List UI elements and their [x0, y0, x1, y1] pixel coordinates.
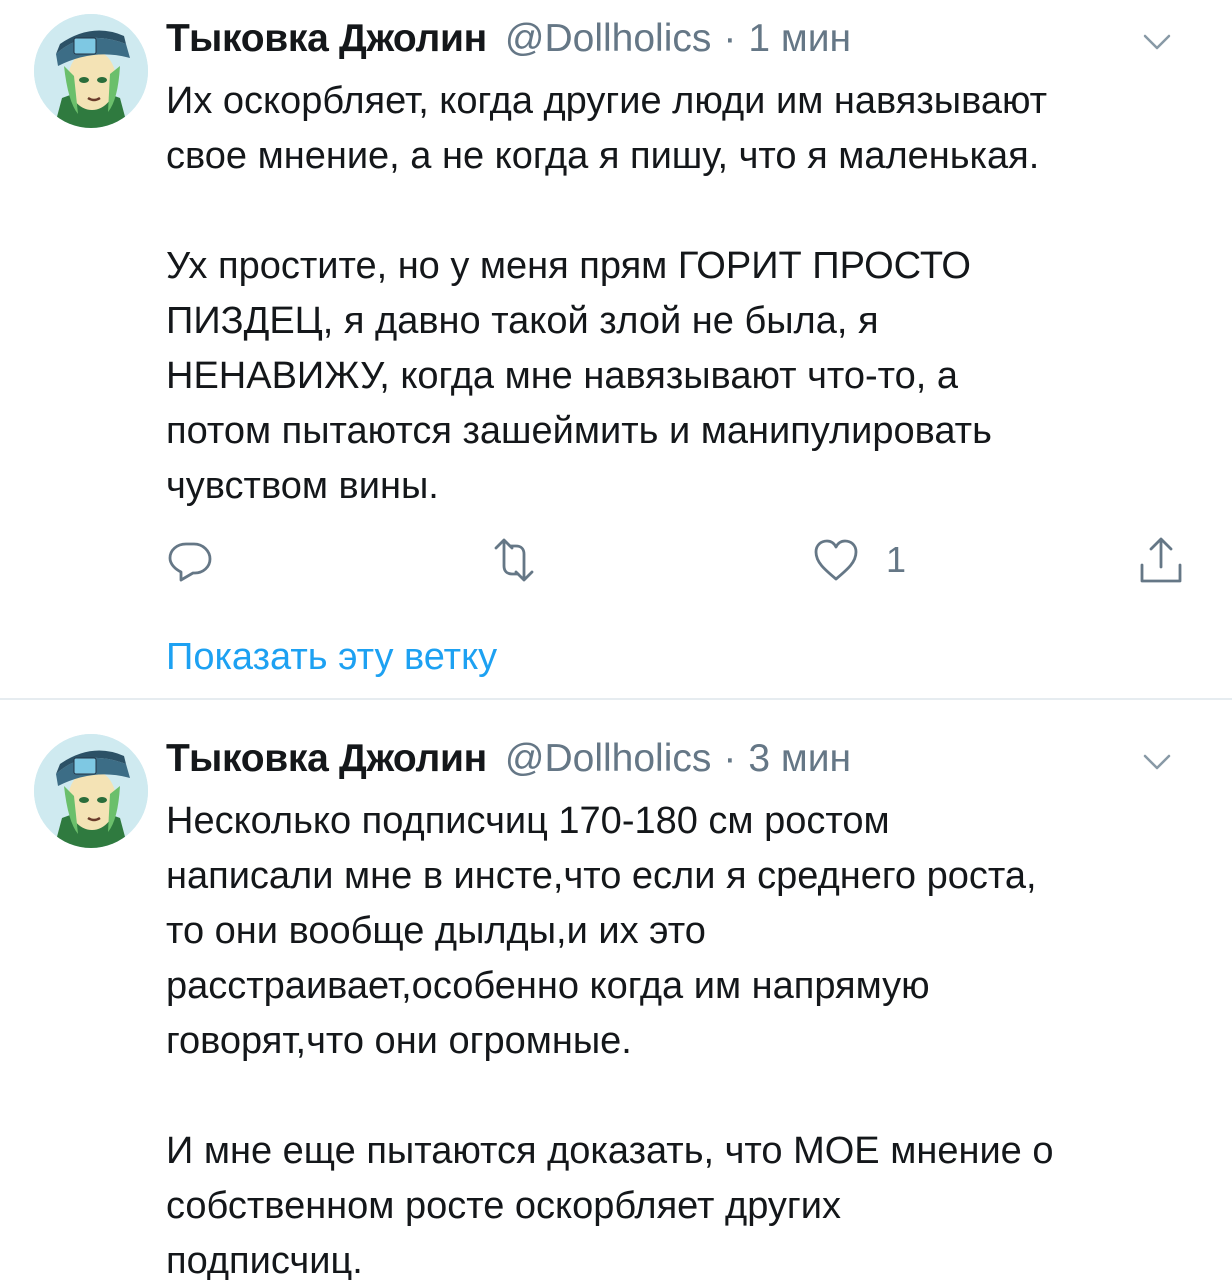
show-thread-link[interactable]: Показать эту ветку [166, 632, 497, 682]
reply-icon [166, 536, 214, 584]
tweet-actions: 1 [0, 530, 1232, 590]
chevron-down-icon[interactable] [1142, 752, 1172, 772]
like-count: 1 [886, 539, 907, 580]
avatar-image [34, 14, 148, 128]
tweet-feed: Тыковка Джолин @Dollholics · 1 мин Их ос… [0, 0, 1232, 1280]
like-button[interactable]: 1 [812, 530, 906, 590]
separator-dot: · [723, 737, 737, 780]
tweet[interactable]: Тыковка Джолин @Dollholics · 3 мин Неско… [0, 702, 1232, 1280]
timestamp[interactable]: 1 мин [748, 14, 851, 64]
tweet-text: Несколько подписчиц 170-180 см ростом на… [166, 800, 1054, 1280]
tweet-header: Тыковка Джолин @Dollholics · 1 мин [166, 14, 851, 64]
like-icon [812, 537, 860, 583]
retweet-button[interactable] [488, 530, 540, 590]
tweet[interactable]: Тыковка Джолин @Dollholics · 1 мин Их ос… [0, 0, 1232, 700]
separator-dot: · [723, 17, 737, 60]
handle[interactable]: @Dollholics [505, 734, 711, 784]
avatar[interactable] [34, 734, 148, 848]
timestamp[interactable]: 3 мин [748, 734, 851, 784]
avatar[interactable] [34, 14, 148, 128]
handle[interactable]: @Dollholics [505, 14, 711, 64]
display-name[interactable]: Тыковка Джолин [166, 14, 487, 64]
avatar-image [34, 734, 148, 848]
display-name[interactable]: Тыковка Джолин [166, 734, 487, 784]
tweet-header: Тыковка Джолин @Dollholics · 3 мин [166, 734, 851, 784]
reply-button[interactable] [166, 530, 214, 590]
share-button[interactable] [1138, 530, 1184, 590]
retweet-icon [488, 536, 540, 584]
share-icon [1138, 535, 1184, 585]
chevron-down-icon[interactable] [1142, 32, 1172, 52]
tweet-text: Их оскорбляет, когда другие люди им навя… [166, 80, 1048, 507]
